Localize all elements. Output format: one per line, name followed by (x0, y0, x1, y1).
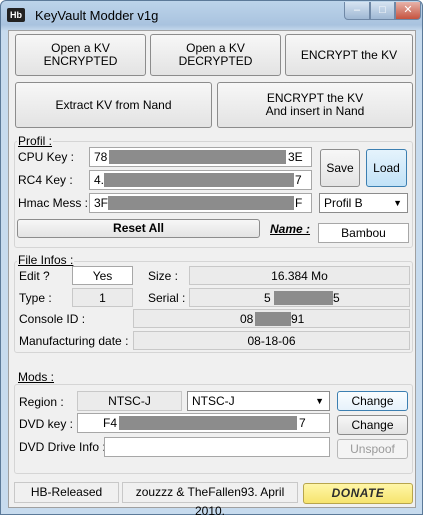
redaction-mask (274, 291, 333, 305)
title-bar: Hb KeyVault Modder v1g – □ ✕ (1, 1, 422, 29)
console-id-end: 91 (291, 312, 305, 326)
chevron-down-icon: ▼ (315, 396, 324, 406)
console-id-label: Console ID : (19, 312, 86, 326)
dvd-key-start: F4 (103, 416, 118, 430)
edit-label: Edit ? (19, 269, 50, 283)
name-label: Name : (270, 222, 311, 236)
redaction-mask (119, 416, 297, 430)
change-dvd-key-button[interactable]: Change (337, 415, 408, 435)
serial-label: Serial : (148, 291, 186, 305)
redaction-mask (104, 173, 294, 187)
manufacturing-date-value: 08-18-06 (133, 331, 410, 350)
serial-start: 5 (264, 291, 271, 305)
cpu-key-start: 78 (94, 150, 108, 164)
redaction-mask (108, 196, 294, 210)
dvd-drive-info-label: DVD Drive Info : (19, 440, 106, 454)
reset-all-button[interactable]: Reset All (17, 219, 260, 238)
encrypt-insert-nand-button[interactable]: ENCRYPT the KV And insert in Nand (217, 82, 413, 128)
serial-value: 5 5 (189, 288, 410, 307)
load-button[interactable]: Load (366, 149, 407, 187)
edit-value: Yes (72, 266, 133, 285)
rc4-key-end: 7 (295, 173, 302, 187)
region-value: NTSC-J (77, 391, 182, 411)
region-select[interactable]: NTSC-J ▼ (187, 391, 330, 411)
close-button[interactable]: ✕ (395, 2, 421, 20)
minimize-button[interactable]: – (344, 2, 370, 20)
maximize-button[interactable]: □ (370, 2, 395, 20)
type-label: Type : (19, 291, 52, 305)
extract-kv-button[interactable]: Extract KV from Nand (15, 82, 212, 128)
console-id-start: 08 (240, 312, 254, 326)
window-title: KeyVault Modder v1g (35, 8, 159, 23)
file-infos-legend: File Infos : (17, 253, 75, 267)
open-kv-decrypted-button[interactable]: Open a KV DECRYPTED (150, 34, 281, 76)
serial-end: 5 (333, 291, 340, 305)
client-area: Open a KV ENCRYPTED Open a KV DECRYPTED … (8, 30, 416, 518)
donate-button[interactable]: DONATE (303, 483, 413, 504)
mods-legend: Mods : (17, 370, 56, 384)
rc4-key-label: RC4 Key : (18, 173, 73, 187)
unspoof-button[interactable]: Unspoof (337, 439, 408, 459)
dvd-key-input[interactable]: F4 7 (77, 413, 330, 433)
save-button[interactable]: Save (320, 149, 360, 187)
dvd-drive-info-input[interactable] (104, 437, 330, 457)
chevron-down-icon: ▼ (393, 198, 402, 208)
cpu-key-label: CPU Key : (18, 150, 75, 164)
manufacturing-date-label: Manufacturing date : (19, 334, 129, 348)
size-label: Size : (148, 269, 179, 283)
app-icon: Hb (7, 8, 25, 22)
cpu-key-end: 3E (288, 150, 303, 164)
name-input[interactable]: Bambou (318, 223, 409, 243)
encrypt-kv-button[interactable]: ENCRYPT the KV (285, 34, 413, 76)
profil-legend: Profil : (17, 134, 54, 148)
type-value: 1 (72, 288, 133, 307)
hmac-mess-label: Hmac Mess : (18, 196, 89, 210)
dvd-key-end: 7 (299, 416, 306, 430)
dvd-key-label: DVD key : (19, 417, 74, 431)
size-value: 16.384 Mo (189, 266, 410, 285)
profile-select-value: Profil B (324, 196, 363, 210)
region-select-value: NTSC-J (192, 394, 235, 408)
redaction-mask (255, 312, 291, 326)
change-region-button[interactable]: Change (337, 391, 408, 411)
console-id-value: 08 91 (133, 309, 410, 328)
rc4-key-input[interactable]: 4. 7 (89, 170, 312, 190)
rc4-key-start: 4. (94, 173, 105, 187)
hmac-mess-end: F (295, 196, 303, 210)
open-kv-encrypted-button[interactable]: Open a KV ENCRYPTED (15, 34, 146, 76)
app-window: Hb KeyVault Modder v1g – □ ✕ Open a KV E… (0, 0, 423, 518)
region-label: Region : (19, 395, 64, 409)
profile-select[interactable]: Profil B ▼ (319, 193, 408, 213)
cpu-key-input[interactable]: 78 3E (89, 147, 312, 167)
credits-label: zouzzz & TheFallen93. April 2010. (122, 482, 298, 518)
hmac-mess-start: 3F (94, 196, 109, 210)
released-label: HB-Released (14, 482, 119, 503)
hmac-mess-input[interactable]: 3F F (89, 193, 312, 213)
redaction-mask (109, 150, 286, 164)
